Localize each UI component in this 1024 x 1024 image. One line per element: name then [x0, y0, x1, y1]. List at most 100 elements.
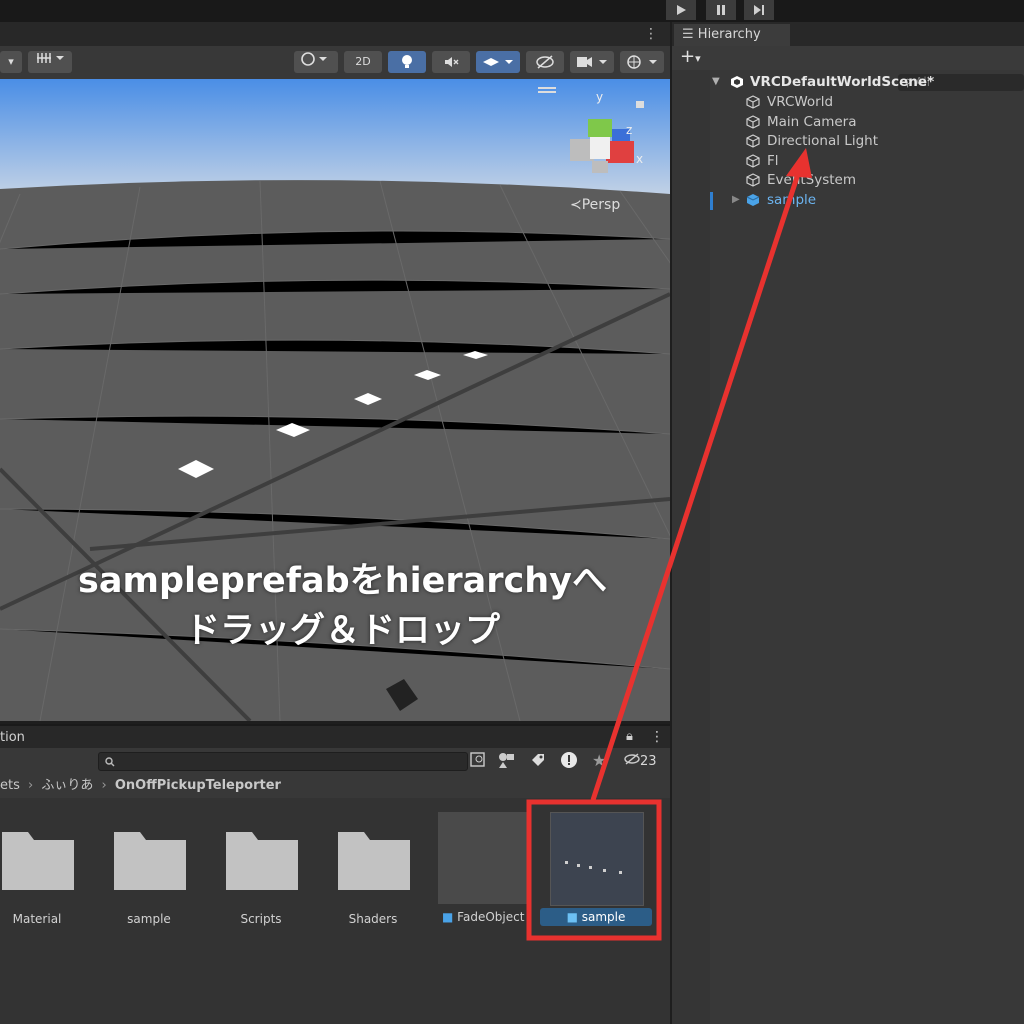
visibility-toggle[interactable]	[526, 51, 564, 73]
tab-hierarchy[interactable]: ☰ Hierarchy	[674, 24, 790, 46]
sphere-icon	[301, 52, 327, 66]
favorite-star-icon[interactable]: ★	[592, 751, 606, 770]
prefab-cube-icon: ■	[566, 910, 578, 924]
hierarchy-item[interactable]: EventSystem	[672, 170, 1024, 190]
breadcrumb-separator-icon: ›	[28, 778, 34, 793]
eye-hidden-icon	[536, 55, 554, 69]
play-toolbar	[0, 0, 1024, 22]
gameobject-cube-icon	[746, 134, 760, 148]
asset-prefab-fadeobject[interactable]: ■ FadeObject	[438, 812, 530, 932]
lighting-toggle[interactable]	[388, 51, 426, 73]
asset-label-row: ■ sample	[540, 908, 652, 926]
warning-icon[interactable]	[560, 751, 578, 773]
asset-grid: Material sample Scripts Shaders ■ FadeOb…	[0, 798, 670, 1024]
asset-prefab-sample[interactable]: ■ sample	[540, 812, 654, 932]
grid-snap-icon	[37, 53, 64, 63]
asset-folder-shaders[interactable]: Shaders	[336, 798, 446, 938]
hierarchy-item-label: VRCWorld	[767, 94, 834, 110]
project-tab[interactable]: tion	[0, 730, 25, 745]
eye-hidden-icon	[624, 753, 640, 765]
asset-label: sample	[581, 910, 626, 924]
lock-icon[interactable]: 🔒︎	[626, 729, 633, 744]
play-icon	[677, 5, 686, 15]
asset-thumbnail	[550, 812, 644, 906]
gizmo-z-label: z	[626, 123, 632, 137]
asset-label: Scripts	[240, 912, 282, 926]
asset-label: Shaders	[348, 912, 398, 926]
hidden-packages-toggle[interactable]: 23	[624, 753, 657, 769]
hierarchy-item[interactable]: Fl	[672, 151, 1024, 171]
hierarchy-item-label: sample	[767, 192, 817, 208]
prefab-cube-icon: ■	[442, 910, 454, 924]
mode-2d-label: 2D	[355, 55, 371, 68]
gizmo-y-label: y	[596, 90, 603, 104]
layers-icon	[483, 58, 513, 66]
hierarchy-tab-bar: ☰ Hierarchy	[672, 22, 1024, 46]
folder-icon	[114, 832, 186, 890]
sample-preview	[565, 861, 622, 874]
prefab-cube-icon	[746, 194, 760, 206]
hierarchy-item-label: Fl	[767, 153, 779, 169]
caption-line-2: ドラッグ＆ドロップ	[184, 611, 500, 651]
hierarchy-gutter	[672, 70, 710, 1024]
draw-mode-dropdown[interactable]: ▾	[0, 51, 22, 73]
gameobject-cube-icon	[746, 115, 760, 129]
label-tag-icon[interactable]	[530, 752, 546, 772]
scene-name: VRCDefaultWorldScene*	[750, 74, 935, 90]
lock-icon	[636, 101, 644, 108]
folder-icon	[226, 832, 298, 890]
hierarchy-item[interactable]: Main Camera	[672, 112, 1024, 132]
globe-icon	[627, 55, 657, 69]
scene-toolbar: ▾ 2D	[0, 46, 670, 80]
project-search-input[interactable]	[98, 752, 468, 771]
mode-2d-toggle[interactable]: 2D	[344, 51, 382, 73]
step-button[interactable]	[744, 0, 774, 20]
hierarchy-item-prefab[interactable]: ▶ sample	[672, 190, 1024, 210]
breadcrumb-separator-icon: ›	[101, 778, 107, 793]
camera-icon	[577, 57, 607, 67]
hierarchy-toolbar: +▾ ⚲ All	[672, 46, 1024, 91]
hierarchy-item[interactable]: Directional Light	[672, 131, 1024, 151]
hierarchy-tab-label: Hierarchy	[697, 27, 761, 42]
gameobject-cube-icon	[746, 173, 760, 187]
panel-menu-icon[interactable]: ⋮	[650, 729, 664, 745]
create-add-button[interactable]: +▾	[680, 46, 701, 70]
foldout-collapsed-icon[interactable]: ▶	[732, 190, 740, 210]
pause-button[interactable]	[706, 0, 736, 20]
asset-thumbnail	[438, 812, 528, 904]
panel-menu-icon[interactable]: ⋮	[644, 26, 658, 42]
breadcrumb-item[interactable]: ふぃりあ	[41, 778, 93, 793]
shading-mode-button[interactable]	[294, 51, 338, 73]
asset-label: sample	[127, 912, 171, 926]
folder-icon	[2, 832, 74, 890]
foldout-expanded-icon[interactable]: ▼	[712, 72, 720, 92]
asset-label: FadeObject	[457, 910, 525, 924]
hierarchy-item-label: EventSystem	[767, 172, 857, 188]
play-button[interactable]	[666, 0, 696, 20]
camera-dropdown[interactable]	[570, 51, 614, 73]
gameobject-cube-icon	[746, 95, 760, 109]
snap-settings-button[interactable]	[28, 51, 72, 73]
hierarchy-item[interactable]: VRCWorld	[672, 92, 1024, 112]
effects-dropdown[interactable]	[476, 51, 520, 73]
gameobject-cube-icon	[746, 154, 760, 168]
step-icon	[754, 5, 764, 15]
audio-toggle[interactable]	[432, 51, 470, 73]
breadcrumb-current[interactable]: OnOffPickupTeleporter	[115, 778, 281, 793]
search-by-type-icon[interactable]	[470, 752, 486, 772]
hierarchy-panel: ☰ Hierarchy +▾ ⚲ All ▼ VRCDefaultWorldSc…	[672, 22, 1024, 1024]
pause-icon	[717, 5, 725, 15]
list-icon: ☰	[682, 27, 694, 42]
gizmo-x-label: x	[636, 152, 643, 166]
hidden-count: 23	[640, 754, 657, 769]
speaker-muted-icon	[445, 57, 459, 67]
asset-label: Material	[12, 912, 62, 926]
scene-tab-bar: ⋮	[0, 22, 670, 46]
breadcrumb: ets › ふぃりあ › OnOffPickupTeleporter	[0, 774, 670, 798]
hierarchy-item-label: Directional Light	[767, 133, 878, 149]
gizmos-dropdown[interactable]	[620, 51, 664, 73]
hierarchy-scene-row[interactable]: ▼ VRCDefaultWorldScene*	[672, 72, 1024, 92]
caption-line-1: sampleprefabをhierarchyへ	[78, 561, 607, 601]
breadcrumb-item[interactable]: ets	[0, 778, 20, 793]
filter-type-icon[interactable]	[498, 752, 516, 772]
